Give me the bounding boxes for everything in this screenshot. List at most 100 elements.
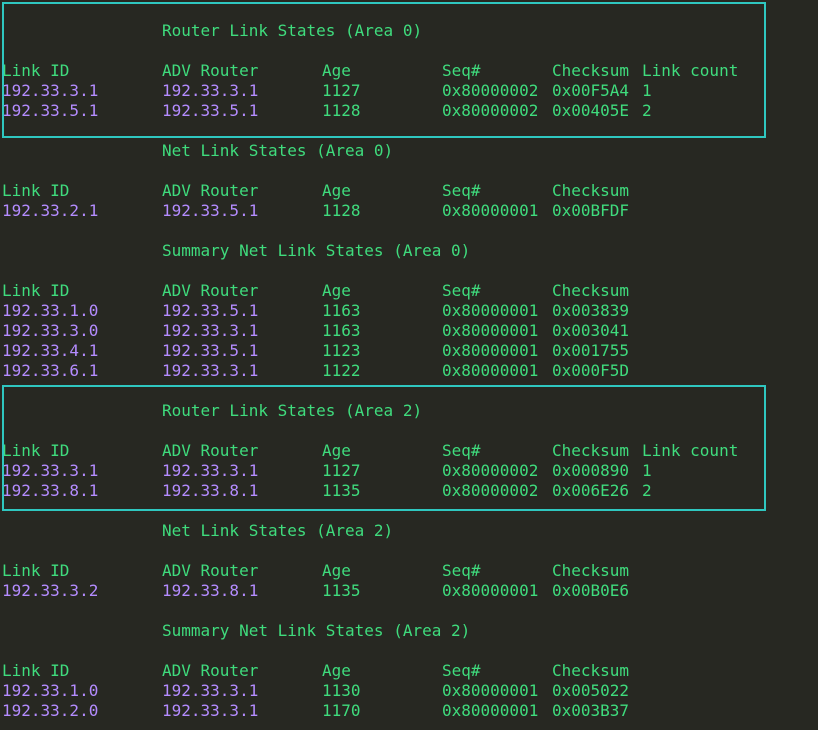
header-checksum: Checksum <box>552 561 630 580</box>
section-title: Net Link States (Area 0) <box>2 141 393 161</box>
section-title-text: Net Link States (Area 0) <box>162 141 394 160</box>
cell-age: 1170 <box>322 701 361 720</box>
table-row: 192.33.4.1 192.33.5.1 1123 0x80000001 0x… <box>2 341 629 361</box>
cell-checksum: 0x000F5D <box>552 361 630 380</box>
column-header-row: Link ID ADV Router Age Seq# Checksum <box>2 281 629 301</box>
cell-seq: 0x80000001 <box>442 581 539 600</box>
header-link-id: Link ID <box>2 661 70 680</box>
cell-link-count: 2 <box>642 101 652 120</box>
header-checksum: Checksum <box>552 181 630 200</box>
cell-age: 1123 <box>322 341 361 360</box>
cell-age: 1135 <box>322 581 361 600</box>
header-link-id: Link ID <box>2 181 70 200</box>
cell-seq: 0x80000002 <box>442 481 539 500</box>
cell-seq: 0x80000001 <box>442 341 539 360</box>
cell-adv-router: 192.33.3.1 <box>162 701 259 720</box>
cell-checksum: 0x003839 <box>552 301 630 320</box>
cell-seq: 0x80000001 <box>442 701 539 720</box>
cell-age: 1122 <box>322 361 361 380</box>
cell-checksum: 0x001755 <box>552 341 630 360</box>
cell-seq: 0x80000002 <box>442 461 539 480</box>
header-checksum: Checksum <box>552 61 630 80</box>
cell-adv-router: 192.33.5.1 <box>162 101 259 120</box>
header-adv-router: ADV Router <box>162 561 259 580</box>
header-seq: Seq# <box>442 561 481 580</box>
table-row: 192.33.1.0 192.33.3.1 1130 0x80000001 0x… <box>2 681 629 701</box>
cell-link-id: 192.33.3.1 <box>2 81 99 100</box>
table-row: 192.33.3.2 192.33.8.1 1135 0x80000001 0x… <box>2 581 629 601</box>
column-header-row: Link ID ADV Router Age Seq# Checksum <box>2 181 629 201</box>
header-adv-router: ADV Router <box>162 61 259 80</box>
header-adv-router: ADV Router <box>162 661 259 680</box>
cell-age: 1128 <box>322 201 361 220</box>
table-row: 192.33.6.1 192.33.3.1 1122 0x80000001 0x… <box>2 361 629 381</box>
header-age: Age <box>322 181 351 200</box>
table-row: 192.33.3.0 192.33.3.1 1163 0x80000001 0x… <box>2 321 629 341</box>
cell-age: 1135 <box>322 481 361 500</box>
table-row: 192.33.2.0 192.33.3.1 1170 0x80000001 0x… <box>2 701 629 721</box>
cell-link-id: 192.33.3.1 <box>2 461 99 480</box>
cell-link-id: 192.33.8.1 <box>2 481 99 500</box>
header-checksum: Checksum <box>552 441 630 460</box>
header-checksum: Checksum <box>552 661 630 680</box>
header-seq: Seq# <box>442 61 481 80</box>
cell-link-id: 192.33.2.0 <box>2 701 99 720</box>
section-title: Summary Net Link States (Area 2) <box>2 621 470 641</box>
cell-checksum: 0x003B37 <box>552 701 630 720</box>
section-title: Router Link States (Area 0) <box>2 21 422 41</box>
header-link-id: Link ID <box>2 61 70 80</box>
header-seq: Seq# <box>442 181 481 200</box>
cell-age: 1163 <box>322 301 361 320</box>
section-title: Net Link States (Area 2) <box>2 521 393 541</box>
header-link-count: Link count <box>642 61 739 80</box>
header-link-id: Link ID <box>2 281 70 300</box>
header-age: Age <box>322 61 351 80</box>
cell-link-count: 1 <box>642 81 652 100</box>
header-age: Age <box>322 441 351 460</box>
column-header-row: Link ID ADV Router Age Seq# Checksum Lin… <box>2 61 738 81</box>
section-title-text: Router Link States (Area 2) <box>162 401 423 420</box>
table-row: 192.33.3.1 192.33.3.1 1127 0x80000002 0x… <box>2 81 652 101</box>
cell-link-count: 2 <box>642 481 652 500</box>
cell-link-id: 192.33.3.0 <box>2 321 99 340</box>
section-title-text: Summary Net Link States (Area 0) <box>162 241 471 260</box>
cell-link-id: 192.33.3.2 <box>2 581 99 600</box>
column-header-row: Link ID ADV Router Age Seq# Checksum <box>2 661 629 681</box>
header-link-id: Link ID <box>2 561 70 580</box>
cell-checksum: 0x000890 <box>552 461 630 480</box>
cell-seq: 0x80000001 <box>442 201 539 220</box>
header-seq: Seq# <box>442 281 481 300</box>
section-title-text: Summary Net Link States (Area 2) <box>162 621 471 640</box>
cell-link-id: 192.33.4.1 <box>2 341 99 360</box>
section-title-text: Router Link States (Area 0) <box>162 21 423 40</box>
header-seq: Seq# <box>442 661 481 680</box>
header-adv-router: ADV Router <box>162 281 259 300</box>
cell-seq: 0x80000002 <box>442 101 539 120</box>
cell-adv-router: 192.33.3.1 <box>162 681 259 700</box>
cell-checksum: 0x00B0E6 <box>552 581 630 600</box>
table-row: 192.33.5.1 192.33.5.1 1128 0x80000002 0x… <box>2 101 652 121</box>
header-age: Age <box>322 281 351 300</box>
cell-seq: 0x80000001 <box>442 681 539 700</box>
cell-link-id: 192.33.2.1 <box>2 201 99 220</box>
cell-adv-router: 192.33.3.1 <box>162 321 259 340</box>
column-header-row: Link ID ADV Router Age Seq# Checksum Lin… <box>2 441 738 461</box>
table-row: 192.33.2.1 192.33.5.1 1128 0x80000001 0x… <box>2 201 629 221</box>
cell-link-id: 192.33.1.0 <box>2 301 99 320</box>
header-link-id: Link ID <box>2 441 70 460</box>
header-age: Age <box>322 661 351 680</box>
cell-adv-router: 192.33.8.1 <box>162 481 259 500</box>
cell-age: 1127 <box>322 461 361 480</box>
section-title: Summary Net Link States (Area 0) <box>2 241 470 261</box>
header-adv-router: ADV Router <box>162 441 259 460</box>
section-title: Router Link States (Area 2) <box>2 401 422 421</box>
column-header-row: Link ID ADV Router Age Seq# Checksum <box>2 561 629 581</box>
cell-checksum: 0x005022 <box>552 681 630 700</box>
cell-link-id: 192.33.5.1 <box>2 101 99 120</box>
section-title-text: Net Link States (Area 2) <box>162 521 394 540</box>
header-seq: Seq# <box>442 441 481 460</box>
cell-checksum: 0x00405E <box>552 101 630 120</box>
header-adv-router: ADV Router <box>162 181 259 200</box>
cell-checksum: 0x003041 <box>552 321 630 340</box>
cell-link-id: 192.33.1.0 <box>2 681 99 700</box>
